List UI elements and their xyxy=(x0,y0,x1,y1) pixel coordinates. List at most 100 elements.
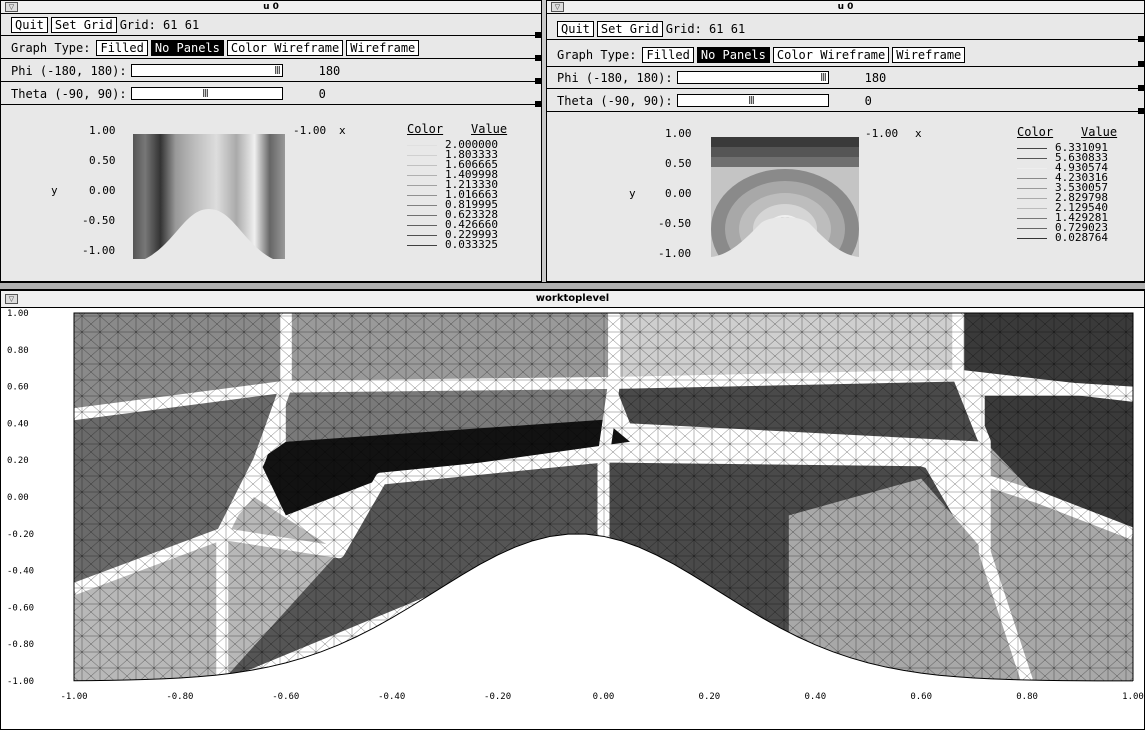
legend-value: 0.028764 xyxy=(1055,231,1108,244)
x-tick-label: 0.00 xyxy=(593,692,615,702)
y-tick-label: 0.00 xyxy=(7,493,29,503)
legend-swatch xyxy=(407,244,437,246)
right-phi-row: Phi (-180, 180): 180 xyxy=(547,67,1144,91)
panel-knob-icon[interactable] xyxy=(1138,36,1144,42)
left-phi-row: Phi (-180, 180): 180 xyxy=(1,60,541,84)
left-control-row: Quit Set Grid Grid: 61 61 xyxy=(1,14,541,38)
quit-button[interactable]: Quit xyxy=(11,16,48,33)
y-tick-label: 0.60 xyxy=(7,383,29,393)
y-tick: 0.00 xyxy=(665,187,692,200)
legend-swatch xyxy=(1017,147,1047,149)
left-panel-titlebar[interactable]: ▽ u 0 xyxy=(1,1,541,14)
theta-slider[interactable] xyxy=(130,87,283,100)
legend-color-header: Color xyxy=(1017,125,1054,139)
y-tick: 1.00 xyxy=(89,124,116,137)
legend-swatch xyxy=(1017,207,1047,209)
x-tick-label: -0.40 xyxy=(378,692,405,702)
right-panel-window: ▽ u 0 Quit Set Grid Grid: 61 61 Graph Ty… xyxy=(546,0,1145,282)
y-tick-label: 0.80 xyxy=(7,346,29,356)
y-tick-label: -1.00 xyxy=(7,677,34,687)
x-tick-label: -0.80 xyxy=(166,692,193,702)
legend-swatch xyxy=(1017,157,1047,159)
left-theta-row: Theta (-90, 90): 0 xyxy=(1,83,541,107)
legend-swatch xyxy=(407,234,437,236)
right-panel-titlebar[interactable]: ▽ u 0 xyxy=(547,1,1144,14)
theta-label: Theta (-90, 90): xyxy=(11,86,127,101)
phi-slider[interactable] xyxy=(130,64,283,77)
legend-color-header: Color xyxy=(407,122,444,136)
x-tick-label: -1.00 xyxy=(60,692,87,702)
left-plot-area: 1.00 0.50 0.00 -0.50 -1.00 y -1.00 x Col… xyxy=(1,106,541,281)
legend-swatch xyxy=(1017,197,1047,199)
right-theta-row: Theta (-90, 90): 0 xyxy=(547,90,1144,114)
y-tick: -0.50 xyxy=(658,217,692,230)
y-tick: -1.00 xyxy=(658,247,692,260)
x-tick-label: 0.80 xyxy=(1016,692,1038,702)
legend-swatch xyxy=(407,194,437,196)
set-grid-button[interactable]: Set Grid xyxy=(50,16,117,33)
set-grid-button[interactable]: Set Grid xyxy=(596,20,663,37)
worktoplevel-title: worktoplevel xyxy=(535,293,610,304)
theta-slider-thumb[interactable] xyxy=(749,96,755,104)
worktoplevel-titlebar[interactable]: ▽ worktoplevel xyxy=(1,291,1144,308)
phi-value: 180 xyxy=(318,63,341,78)
mesh-plot: -1.00 -0.80 -0.60 -0.40 -0.20 0.00 0.20 0.40 0.6… xyxy=(7,309,1144,702)
y-tick: 1.00 xyxy=(665,127,692,140)
theta-slider[interactable] xyxy=(676,94,829,107)
window-menu-icon[interactable]: ▽ xyxy=(5,2,18,12)
graph-type-color-wireframe-button[interactable]: Color Wireframe xyxy=(772,46,890,63)
window-separator xyxy=(0,282,1145,290)
graph-type-filled-button[interactable]: Filled xyxy=(642,46,694,63)
left-panel-title: u 0 xyxy=(263,2,279,12)
phi-value: 180 xyxy=(864,70,887,85)
y-tick-label: -0.80 xyxy=(7,640,34,650)
x-tick-label: 0.40 xyxy=(804,692,826,702)
phi-slider-thumb[interactable] xyxy=(820,73,826,81)
phi-label: Phi (-180, 180): xyxy=(557,70,673,85)
left-graph-type-row: Graph Type: Filled No Panels Color Wiref… xyxy=(1,37,541,61)
grid-label: Grid: 61 61 xyxy=(119,17,200,32)
x-tick-label: 1.00 xyxy=(1122,692,1144,702)
x-axis-label: x xyxy=(339,124,346,137)
y-tick: 0.00 xyxy=(89,184,116,197)
x-tick-label: 0.20 xyxy=(699,692,721,702)
y-tick: 0.50 xyxy=(89,154,116,167)
legend-swatch xyxy=(407,214,437,216)
graph-type-no-panels-button[interactable]: No Panels xyxy=(150,39,224,56)
graph-type-wireframe-button[interactable]: Wireframe xyxy=(892,46,966,63)
legend-swatch xyxy=(407,174,437,176)
y-tick-label: -0.40 xyxy=(7,567,34,577)
graph-type-no-panels-button[interactable]: No Panels xyxy=(696,46,770,63)
window-menu-icon[interactable]: ▽ xyxy=(551,2,564,12)
theta-slider-thumb[interactable] xyxy=(203,89,209,97)
y-tick-label: 1.00 xyxy=(7,309,29,319)
graph-type-color-wireframe-button[interactable]: Color Wireframe xyxy=(226,39,344,56)
graph-type-filled-button[interactable]: Filled xyxy=(96,39,148,56)
legend-swatch xyxy=(1017,227,1047,229)
x-min-label: -1.00 xyxy=(293,124,327,137)
y-axis-label: y xyxy=(51,184,58,197)
right-mini-plot xyxy=(711,137,859,257)
x-tick-label: -0.20 xyxy=(484,692,511,702)
quit-button[interactable]: Quit xyxy=(557,20,594,37)
phi-slider-thumb[interactable] xyxy=(274,66,280,74)
graph-type-label: Graph Type: xyxy=(557,47,637,62)
y-tick-label: -0.20 xyxy=(7,530,34,540)
theta-value: 0 xyxy=(864,93,872,108)
legend-swatch xyxy=(1017,167,1047,169)
legend-swatch xyxy=(407,204,437,206)
y-tick-label: -0.60 xyxy=(7,603,34,613)
y-tick: -1.00 xyxy=(82,244,116,257)
phi-label: Phi (-180, 180): xyxy=(11,63,127,78)
graph-type-wireframe-button[interactable]: Wireframe xyxy=(346,39,420,56)
window-menu-icon[interactable]: ▽ xyxy=(5,294,18,304)
phi-slider[interactable] xyxy=(676,71,829,84)
y-axis-label: y xyxy=(629,187,636,200)
legend-swatch xyxy=(407,144,437,146)
y-tick-label: 0.20 xyxy=(7,456,29,466)
x-min-label: -1.00 xyxy=(865,127,899,140)
legend-swatch xyxy=(1017,177,1047,179)
theta-value: 0 xyxy=(318,86,326,101)
legend-value-header: Value xyxy=(1081,125,1118,139)
x-axis-label: x xyxy=(915,127,922,140)
